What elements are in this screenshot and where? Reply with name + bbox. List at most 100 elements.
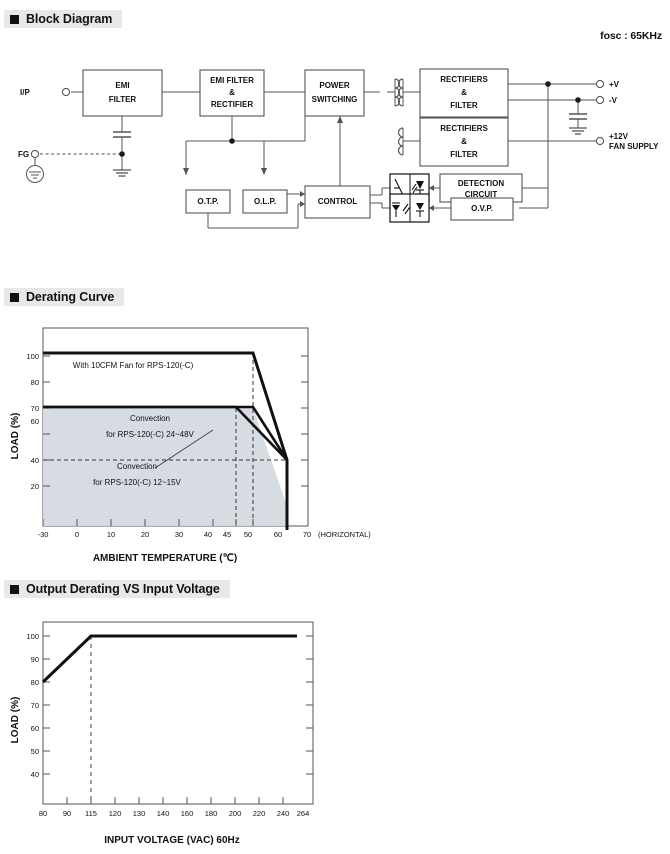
block-emi-filter: EMI FILTER [82,69,163,117]
square-bullet-icon [10,292,19,302]
block-emirect-line3: RECTIFIER [211,100,253,109]
block-rect2-line3: FILTER [450,150,478,159]
terminal-label-fg: FG [18,150,29,159]
ytick-label-100: 100 [26,352,39,361]
block-emi-filter-line2: FILTER [109,95,137,104]
block-olp: O.L.P. [242,189,288,214]
junction-minusv-cap [575,97,581,103]
ytick-label-40: 40 [31,770,39,779]
terminal-ip [61,87,71,97]
section-header-output-derating: Output Derating VS Input Voltage [4,580,230,598]
ytick-label-50: 50 [31,747,39,756]
xtick-label-160: 160 [181,809,194,818]
terminal-label-plus-v: +V [609,80,620,89]
xtick-label-80: 80 [39,809,47,818]
xtick-label-200: 200 [229,809,242,818]
xtick-label-0: 0 [75,530,79,539]
block-control-label: CONTROL [318,197,358,206]
section-title: Block Diagram [26,12,113,26]
ytick-label-80: 80 [31,378,39,387]
derating-curve-chart: 100 80 70 60 40 20 -30 0 10 20 30 40 45 … [0,318,400,563]
arrow-to-power-switching [337,116,343,123]
section-header-block-diagram: Block Diagram [4,10,123,28]
square-bullet-icon [10,14,19,24]
block-otp-label: O.T.P. [197,197,218,206]
arrow-olp-to-control [300,191,305,197]
block-rect1-line3: FILTER [450,101,478,110]
output-derating-chart: 100 90 80 70 60 50 40 80 90 115 120 130 … [0,610,400,854]
xtick-label-220: 220 [253,809,266,818]
xtick-label-264: 264 [297,809,310,818]
horizontal-note: (HORIZONTAL) [318,530,371,539]
annotation-fan-note: With 10CFM Fan for RPS-120(-C) [73,361,194,370]
ytick-label-80: 80 [31,678,39,687]
xtick-label-180: 180 [205,809,218,818]
section-header-derating-curve: Derating Curve [4,288,125,306]
optocoupler-2-icon [389,193,430,223]
xtick-label-10: 10 [107,530,115,539]
block-power-switching: POWER SWITCHING [304,69,365,117]
xtick-label--30: -30 [38,530,49,539]
terminal-label-fan-supply-line2: FAN SUPPLY [609,142,659,151]
xtick-label-50: 50 [244,530,252,539]
xtick-label-115: 115 [85,809,97,818]
arrow-to-olp [261,168,267,175]
ytick-label-60: 60 [31,724,39,733]
ytick-label-70: 70 [31,701,39,710]
xtick-label-120: 120 [109,809,122,818]
junction-fg [119,151,125,157]
xtick-label-45: 45 [223,530,231,539]
output-derating-xlabel: INPUT VOLTAGE (VAC) 60Hz [104,835,240,846]
annotation-convection-1215-line1: Convection [117,462,157,471]
xtick-label-70: 70 [303,530,311,539]
derating-ylabel: LOAD (%) [10,413,21,460]
block-emi-filter-rectifier: EMI FILTER & RECTIFIER [199,69,265,117]
terminal-fan-supply [595,136,605,146]
terminal-plus-v [595,79,605,89]
block-rect1-line2: & [461,88,467,97]
ytick-label-20: 20 [31,482,39,491]
block-power-line2: SWITCHING [312,95,358,104]
block-ovp-label: O.V.P. [471,204,493,213]
block-emi-filter-line1: EMI [115,81,129,90]
block-control: CONTROL [304,185,371,219]
block-power-line1: POWER [319,81,349,90]
block-rect2-line1: RECTIFIERS [440,124,488,133]
square-bullet-icon [10,584,19,594]
xtick-label-30: 30 [175,530,183,539]
derating-xlabel: AMBIENT TEMPERATURE (℃) [93,553,237,563]
xtick-label-60: 60 [274,530,282,539]
block-rectifiers-filter-main: RECTIFIERS & FILTER [419,68,509,118]
block-rect2-line2: & [461,137,467,146]
ytick-label-100: 100 [26,632,39,641]
block-emirect-line2: & [229,88,235,97]
xtick-label-130: 130 [133,809,146,818]
arrow-ovp-to-opto [429,205,434,211]
xtick-label-90: 90 [63,809,71,818]
arrow-detect-to-opto [429,185,434,191]
block-ovp: O.V.P. [450,197,514,221]
xtick-label-240: 240 [277,809,290,818]
xtick-label-40: 40 [204,530,212,539]
arrow-otp-to-control [300,201,305,207]
terminal-label-fan-supply-line1: +12V [609,132,629,141]
arrow-to-otp [183,168,189,175]
block-otp: O.T.P. [185,189,231,214]
terminal-fg [30,149,40,159]
shaded-operating-area [43,408,287,526]
terminal-label-minus-v: -V [609,96,618,105]
xtick-label-20: 20 [141,530,149,539]
block-rectifiers-filter-fan: RECTIFIERS & FILTER [419,117,509,167]
block-diagram: EMI FILTER EMI FILTER & RECTIFIER POWER … [0,48,670,268]
ytick-label-90: 90 [31,655,39,664]
ytick-label-60: 60 [31,417,39,426]
junction-plusv-bus [545,81,551,87]
xtick-label-140: 140 [157,809,170,818]
block-rect1-line1: RECTIFIERS [440,75,488,84]
block-olp-label: O.L.P. [254,197,276,206]
junction-protect-bus [229,138,235,144]
fosc-label: fosc : 65KHz [600,30,662,42]
annotation-convection-2448-line1: Convection [130,414,170,423]
output-derating-ylabel: LOAD (%) [10,697,21,744]
ytick-label-70: 70 [31,404,39,413]
